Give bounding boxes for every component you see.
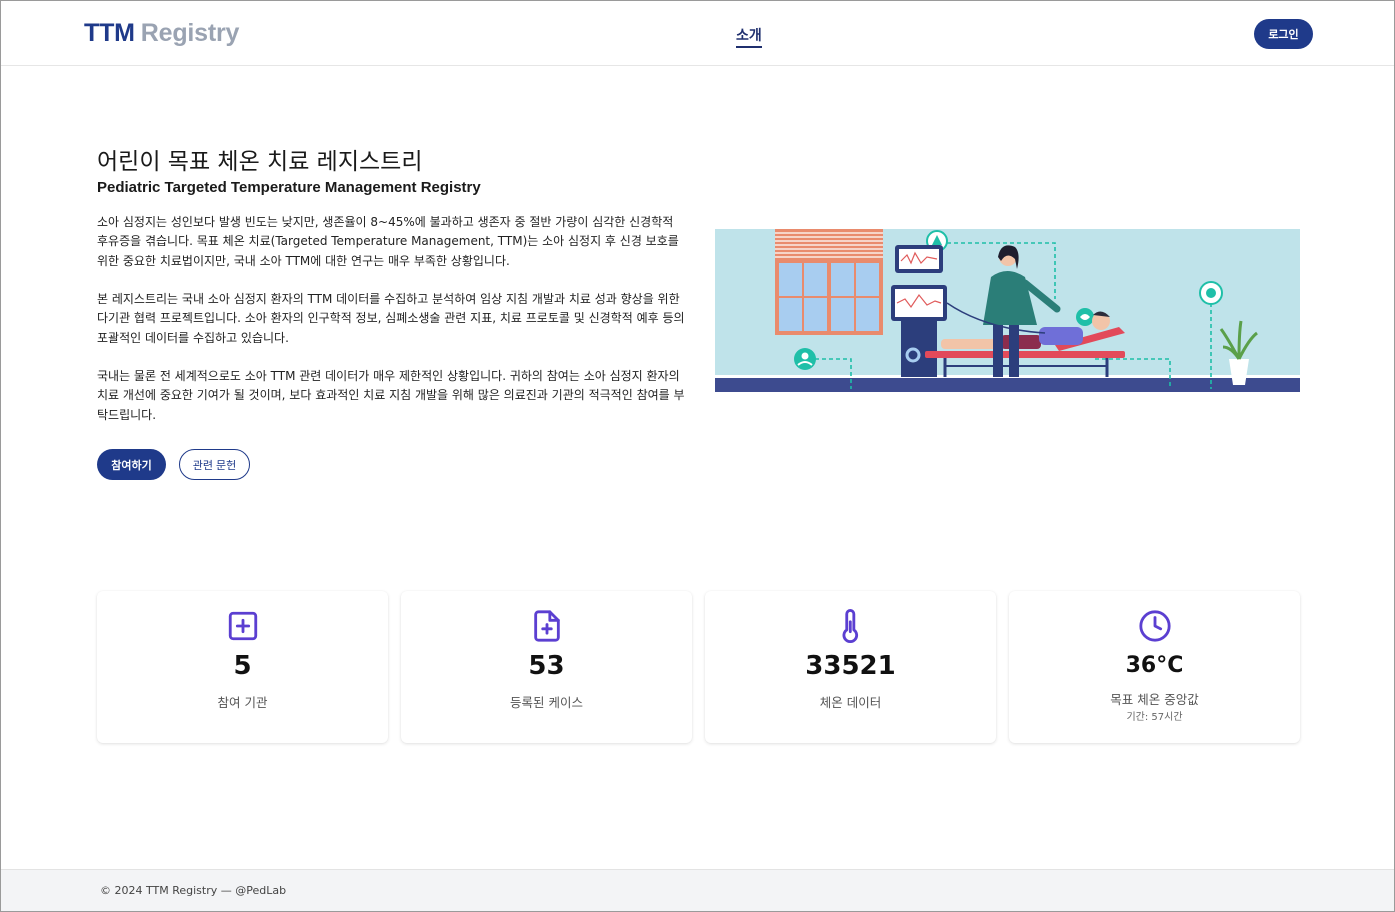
- logo-ttm: TTM: [84, 19, 135, 47]
- stat-label: 등록된 케이스: [510, 695, 583, 710]
- stat-card-target-temperature: 36°C 목표 체온 중앙값 기간: 57시간: [1009, 591, 1300, 743]
- stat-card-cases: 53 등록된 케이스: [401, 591, 692, 743]
- stat-card-temperature-data: 33521 체온 데이터: [705, 591, 996, 743]
- intro-paragraph-1: 소아 심정지는 성인보다 발생 빈도는 낮지만, 생존율이 8~45%에 불과하…: [97, 215, 679, 268]
- join-button[interactable]: 참여하기: [97, 449, 166, 480]
- stat-card-institutions: 5 참여 기관: [97, 591, 388, 743]
- footer-copyright: © 2024 TTM Registry — @PedLab: [100, 884, 287, 897]
- login-button[interactable]: 로그인: [1254, 19, 1313, 49]
- page-footer: © 2024 TTM Registry — @PedLab: [1, 869, 1394, 911]
- intro-paragraph-2: 본 레지스트리는 국내 소아 심정지 환자의 TTM 데이터를 수집하고 분석하…: [97, 292, 685, 345]
- hero-illustration: [715, 229, 1300, 392]
- clock-icon: [1138, 610, 1171, 642]
- stat-sublabel: 기간: 57시간: [1126, 712, 1183, 723]
- plus-square-icon: [228, 611, 257, 641]
- stat-label: 참여 기관: [217, 695, 268, 710]
- page-title: 어린이 목표 체온 치료 레지스트리: [97, 149, 423, 175]
- intro-paragraph-3: 국내는 물론 전 세계적으로도 소아 TTM 관련 데이터가 매우 제한적인 상…: [97, 369, 685, 422]
- stat-value: 53: [528, 651, 565, 681]
- thermometer-icon: [842, 609, 858, 643]
- stat-value: 33521: [805, 651, 896, 681]
- stat-label: 목표 체온 중앙값: [1110, 692, 1199, 707]
- logo-registry: Registry: [140, 19, 240, 47]
- stat-label: 체온 데이터: [819, 695, 882, 710]
- file-plus-icon: [533, 610, 560, 642]
- top-navbar: TTM Registry 소개 로그인: [1, 1, 1394, 66]
- page-subtitle: Pediatric Targeted Temperature Managemen…: [97, 179, 481, 196]
- references-button[interactable]: 관련 문헌: [179, 449, 250, 480]
- stat-value: 5: [233, 651, 252, 681]
- nav-about-link[interactable]: 소개: [736, 25, 762, 48]
- stat-value: 36°C: [1125, 653, 1184, 678]
- site-logo[interactable]: TTM Registry: [84, 19, 239, 48]
